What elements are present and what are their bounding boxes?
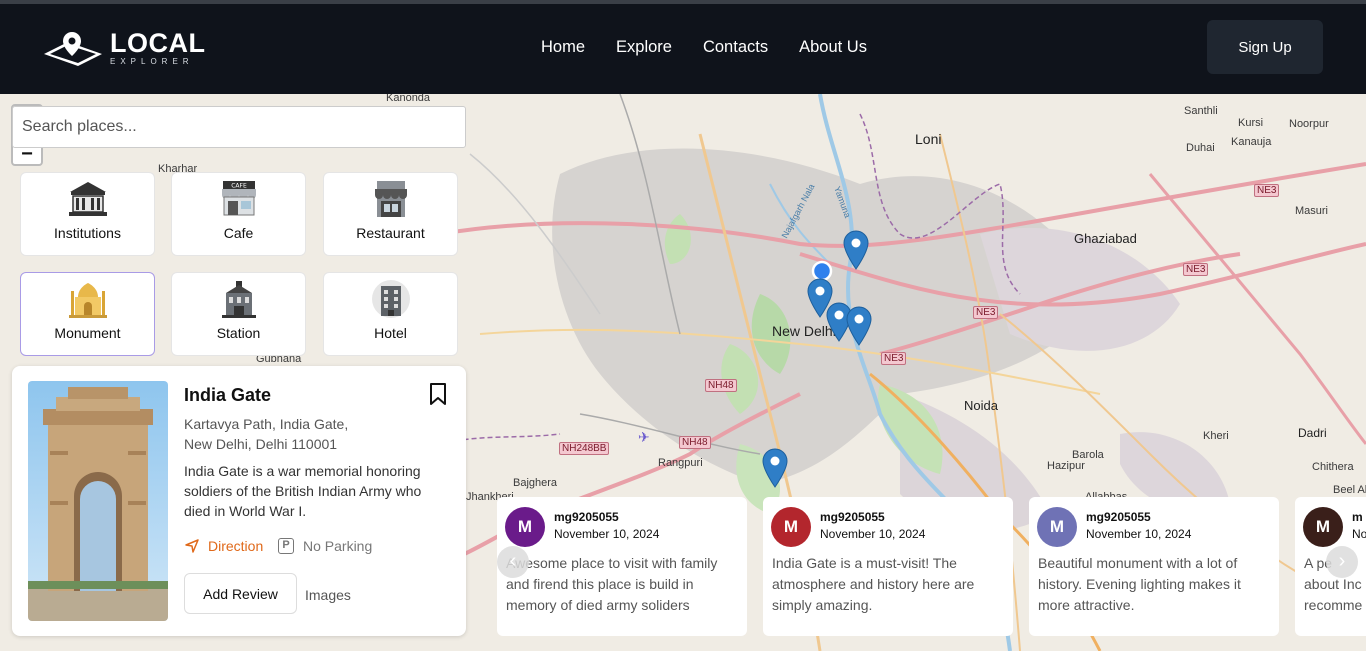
category-monument[interactable]: Monument — [20, 272, 155, 356]
address-line: New Delhi, Delhi 110001 — [184, 436, 338, 452]
search-input[interactable] — [12, 106, 466, 148]
svg-text:CAFE: CAFE — [231, 183, 247, 190]
review-username: mg9205055 — [554, 510, 619, 524]
map-label: Santhli — [1184, 105, 1218, 117]
map-label: Hazipur — [1047, 460, 1085, 472]
brand-logo[interactable]: LOCAL EXPLORER — [42, 28, 205, 68]
nav-explore[interactable]: Explore — [616, 38, 672, 57]
map-label: Kanonda — [386, 94, 431, 104]
map-pin-logo-icon — [44, 32, 102, 66]
review-date: November 10, 2024 — [820, 527, 926, 541]
review-date: November 10, 2024 — [1086, 527, 1192, 541]
category-cafe[interactable]: CAFE Cafe — [171, 172, 306, 256]
review-card: M mg9205055 November 10, 2024 India Gate… — [763, 497, 1013, 636]
parking-info: P No Parking — [278, 538, 372, 554]
review-card: M mg9205055 November 10, 2024 Beautiful … — [1029, 497, 1279, 636]
map-label: Masuri — [1295, 205, 1329, 217]
map-marker-icon[interactable] — [762, 448, 788, 488]
category-label: Station — [216, 325, 261, 341]
category-label: Monument — [54, 325, 121, 341]
map-label: Duhai — [1186, 142, 1215, 154]
review-text: Awesome place to visit with family and f… — [506, 555, 718, 613]
hotel-icon — [371, 280, 410, 318]
map-label: Noida — [964, 398, 998, 413]
map-label: Ghaziabad — [1074, 231, 1137, 246]
road-shield: NH248BB — [559, 442, 610, 455]
carousel-prev-button[interactable]: ‹ — [497, 546, 529, 578]
place-photo[interactable] — [28, 381, 168, 621]
review-text: India Gate is a must-visit! The atmosphe… — [772, 555, 975, 613]
map-label: Beel Ak — [1333, 484, 1366, 496]
place-description: India Gate is a war memorial honoring so… — [184, 463, 422, 519]
place-card: India Gate Kartavya Path, India Gate, Ne… — [12, 366, 466, 636]
cafe-icon: CAFE — [221, 181, 256, 216]
map-label: Kursi — [1238, 117, 1264, 129]
station-icon — [221, 281, 256, 318]
place-title: India Gate — [184, 385, 272, 405]
map-label: Rangpuri — [658, 457, 703, 469]
nav-home[interactable]: Home — [541, 38, 585, 57]
brand-subtitle: EXPLORER — [110, 57, 194, 66]
category-institutions[interactable]: Institutions — [20, 172, 155, 256]
category-label: Restaurant — [356, 225, 425, 241]
navbar: LOCAL EXPLORER Home Explore Contacts Abo… — [0, 4, 1366, 94]
review-date: November 10, 2024 — [554, 527, 660, 541]
category-label: Cafe — [223, 225, 254, 241]
road-shield: NH48 — [679, 436, 711, 449]
sign-up-button[interactable]: Sign Up — [1207, 20, 1323, 74]
map-marker-icon[interactable] — [843, 230, 869, 270]
map-label: Bajghera — [513, 477, 558, 489]
map-label: Chithera — [1312, 461, 1354, 473]
avatar: M — [505, 507, 545, 547]
map-label: Kheri — [1203, 430, 1229, 442]
road-shield: NE3 — [973, 306, 999, 319]
zoom-out-button[interactable]: − — [13, 144, 41, 164]
navigation-arrow-icon — [185, 539, 199, 553]
category-hotel[interactable]: Hotel — [323, 272, 458, 356]
review-card: M mg9205055 November 10, 2024 Awesome pl… — [497, 497, 747, 636]
road-shield: NE3 — [1254, 184, 1280, 197]
map-label: Noorpur — [1289, 118, 1329, 130]
brand-title: LOCAL — [110, 28, 206, 58]
institution-icon — [68, 182, 107, 216]
review-username: m — [1352, 510, 1363, 524]
road-shield: NE3 — [1183, 263, 1209, 276]
avatar: M — [1037, 507, 1077, 547]
place-address: Kartavya Path, India Gate, New Delhi, De… — [184, 414, 404, 454]
map-marker-icon[interactable] — [846, 306, 872, 346]
bookmark-icon[interactable] — [428, 382, 448, 406]
map-label: Kanauja — [1231, 136, 1272, 148]
category-restaurant[interactable]: Restaurant — [323, 172, 458, 256]
svg-text:✈: ✈ — [638, 430, 650, 446]
map-label: Loni — [915, 131, 942, 147]
category-label: Institutions — [54, 225, 121, 241]
review-text: Beautiful monument with a lot of history… — [1038, 555, 1241, 613]
parking-icon: P — [278, 538, 294, 554]
review-username: mg9205055 — [820, 510, 885, 524]
road-shield: NH48 — [705, 379, 737, 392]
add-review-button[interactable]: Add Review — [184, 573, 297, 614]
road-shield: NE3 — [881, 352, 907, 365]
category-label: Hotel — [374, 325, 407, 341]
restaurant-icon — [374, 181, 407, 217]
avatar: M — [1303, 507, 1343, 547]
direction-link[interactable]: Direction — [184, 538, 263, 554]
images-link[interactable]: Images — [305, 587, 351, 603]
review-username: mg9205055 — [1086, 510, 1151, 524]
nav-about-us[interactable]: About Us — [799, 38, 867, 57]
parking-label: No Parking — [303, 538, 373, 554]
category-station[interactable]: Station — [171, 272, 306, 356]
direction-label: Direction — [208, 538, 264, 554]
main-nav: Home Explore Contacts About Us — [541, 38, 867, 57]
monument-icon — [68, 283, 107, 318]
address-line: Kartavya Path, India Gate, — [184, 416, 349, 432]
avatar: M — [771, 507, 811, 547]
nav-contacts[interactable]: Contacts — [703, 38, 768, 57]
review-date: No — [1352, 527, 1366, 541]
carousel-next-button[interactable]: › — [1326, 546, 1358, 578]
map-label: Dadri — [1298, 426, 1327, 440]
